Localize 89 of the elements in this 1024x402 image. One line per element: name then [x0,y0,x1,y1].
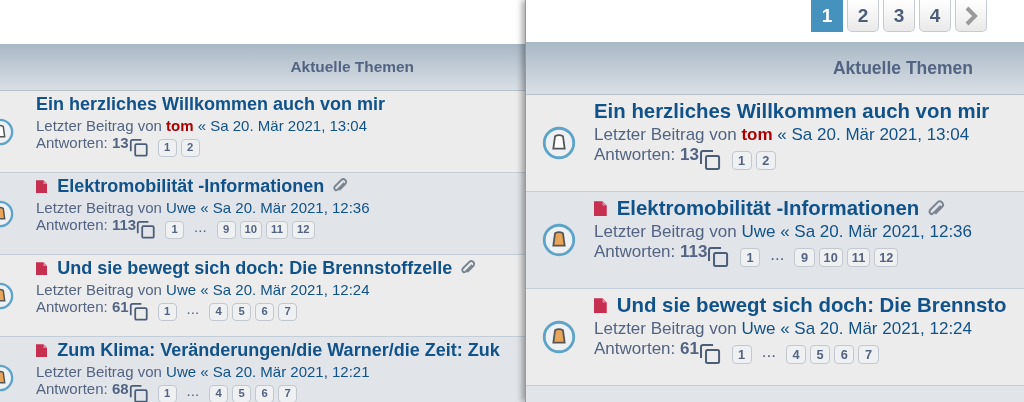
last-post-link[interactable]: « Sa 20. Mär 2021, 12:36 [200,198,370,216]
ellipsis: ... [770,244,785,265]
page-button[interactable]: 3 [883,0,915,32]
last-post-link[interactable]: « Sa 20. Mär 2021, 13:04 [197,116,368,134]
page-link[interactable]: 6 [255,303,275,321]
replies-count: Antworten: 61 [594,339,699,359]
ellipsis: ... [186,300,200,318]
page-link[interactable]: 4 [209,385,229,402]
author-link[interactable]: Uwe [741,319,776,339]
page-link[interactable]: 11 [266,221,288,239]
author-link[interactable]: Uwe [166,362,197,380]
last-post-info: Letzter Beitrag von Uwe « Sa 20. Mär 2021, 12:36 [36,198,370,216]
replies-count: Antworten: 61 [36,297,129,316]
pages-icon [707,246,730,269]
last-post-link[interactable]: « Sa 20. Mär 2021, 12:21 [200,362,370,380]
page-link[interactable]: 6 [255,385,275,402]
page-link[interactable]: 10 [239,221,263,239]
page-link[interactable]: 11 [846,247,871,268]
page-link[interactable]: 1 [165,221,185,239]
last-post-info: Letzter Beitrag von Uwe « Sa 20. Mär 2021, 12:36 [594,222,973,242]
pages-icon [128,301,149,322]
page-link[interactable]: 1 [157,139,177,157]
author-link[interactable]: Uwe [741,222,776,242]
pages-icon [128,383,149,402]
replies-count: Antworten: 68 [36,379,129,398]
ellipsis: ... [186,382,200,400]
last-post-info: Letzter Beitrag von Uwe « Sa 20. Mär 2021, 12:24 [36,280,371,298]
last-post-info: Letzter Beitrag von Uwe « Sa 20. Mär 2021, 12:21 [36,362,371,380]
page-link[interactable]: 9 [794,247,815,268]
author-link[interactable]: Uwe [166,280,197,298]
topic-title-link[interactable]: Und sie bewegt sich doch: Die Brennstoffzelle [57,258,453,279]
section-title: Aktuelle Themen [290,58,414,76]
new-post-icon [36,179,48,194]
page-link[interactable]: 12 [292,221,315,239]
page-link[interactable]: 2 [755,150,776,171]
page-button[interactable]: 4 [919,0,951,32]
ellipsis: ... [194,218,207,236]
page-link[interactable]: 10 [818,247,843,268]
replies-count: Antworten: 113 [36,215,137,234]
last-post-link[interactable]: « Sa 20. Mär 2021, 13:04 [777,125,970,145]
author-link[interactable]: tom [166,116,194,134]
new-post-icon [36,343,48,358]
page-link[interactable]: 5 [810,344,831,365]
page-link[interactable]: 9 [216,221,236,239]
page-link[interactable]: 6 [834,344,855,365]
section-title: Aktuelle Themen [832,57,973,79]
page-link[interactable]: 4 [785,344,807,365]
page-link[interactable]: 7 [858,344,879,365]
next-page-button[interactable] [955,0,987,32]
last-post-info: Letzter Beitrag von tom « Sa 20. Mär 2021, 13:04 [36,116,369,134]
topic-title-link[interactable]: Elektromobilität -Informationen [57,176,325,197]
pages-icon [698,343,721,366]
last-post-link[interactable]: « Sa 20. Mär 2021, 12:24 [200,280,370,298]
last-post-link[interactable]: « Sa 20. Mär 2021, 12:24 [780,319,973,339]
topic-title-link[interactable]: Ein herzliches Willkommen auch von mir [36,94,385,115]
page-link[interactable]: 2 [180,139,200,157]
page-link[interactable]: 12 [874,247,899,268]
author-link[interactable]: Uwe [166,198,197,216]
pages-icon [128,137,149,158]
new-post-icon [594,298,607,314]
page-link[interactable]: 5 [232,385,252,402]
page-link[interactable]: 4 [209,303,229,321]
page-link[interactable]: 1 [157,385,177,402]
last-post-info: Letzter Beitrag von tom « Sa 20. Mär 2021, 13:04 [594,125,971,145]
replies-count: Antworten: 13 [36,133,129,152]
chevron-right-icon [964,5,978,26]
replies-count: Antworten: 113 [594,242,708,262]
topic-title-link[interactable]: Ein herzliches Willkommen auch von mir [594,100,990,124]
new-post-icon [36,261,48,276]
topic-title-link[interactable]: Elektromobilität -Informationen [616,197,920,221]
page-link[interactable]: 5 [232,303,252,321]
author-link[interactable]: tom [741,125,773,145]
page-link[interactable]: 1 [731,344,752,365]
pages-icon [698,149,721,172]
page-link[interactable]: 7 [278,385,298,402]
replies-count: Antworten: 13 [594,145,699,165]
page-button[interactable]: 1 [811,0,843,32]
topic-title-link[interactable]: Zum Klima: Veränderungen/die Warner/die Zeit: Zuk [57,340,500,361]
new-post-icon [594,201,607,217]
ellipsis: ... [761,341,776,362]
pages-icon [136,219,156,240]
page-link[interactable]: 1 [740,247,761,268]
page-button[interactable]: 2 [847,0,879,32]
page-link[interactable]: 1 [157,303,177,321]
last-post-link[interactable]: « Sa 20. Mär 2021, 12:36 [780,222,973,242]
last-post-info: Letzter Beitrag von Uwe « Sa 20. Mär 2021, 12:24 [594,319,974,339]
topic-title-link[interactable]: Und sie bewegt sich doch: Die Brennsto [616,294,1007,318]
page-link[interactable]: 7 [278,303,298,321]
page-link[interactable]: 1 [731,150,752,171]
